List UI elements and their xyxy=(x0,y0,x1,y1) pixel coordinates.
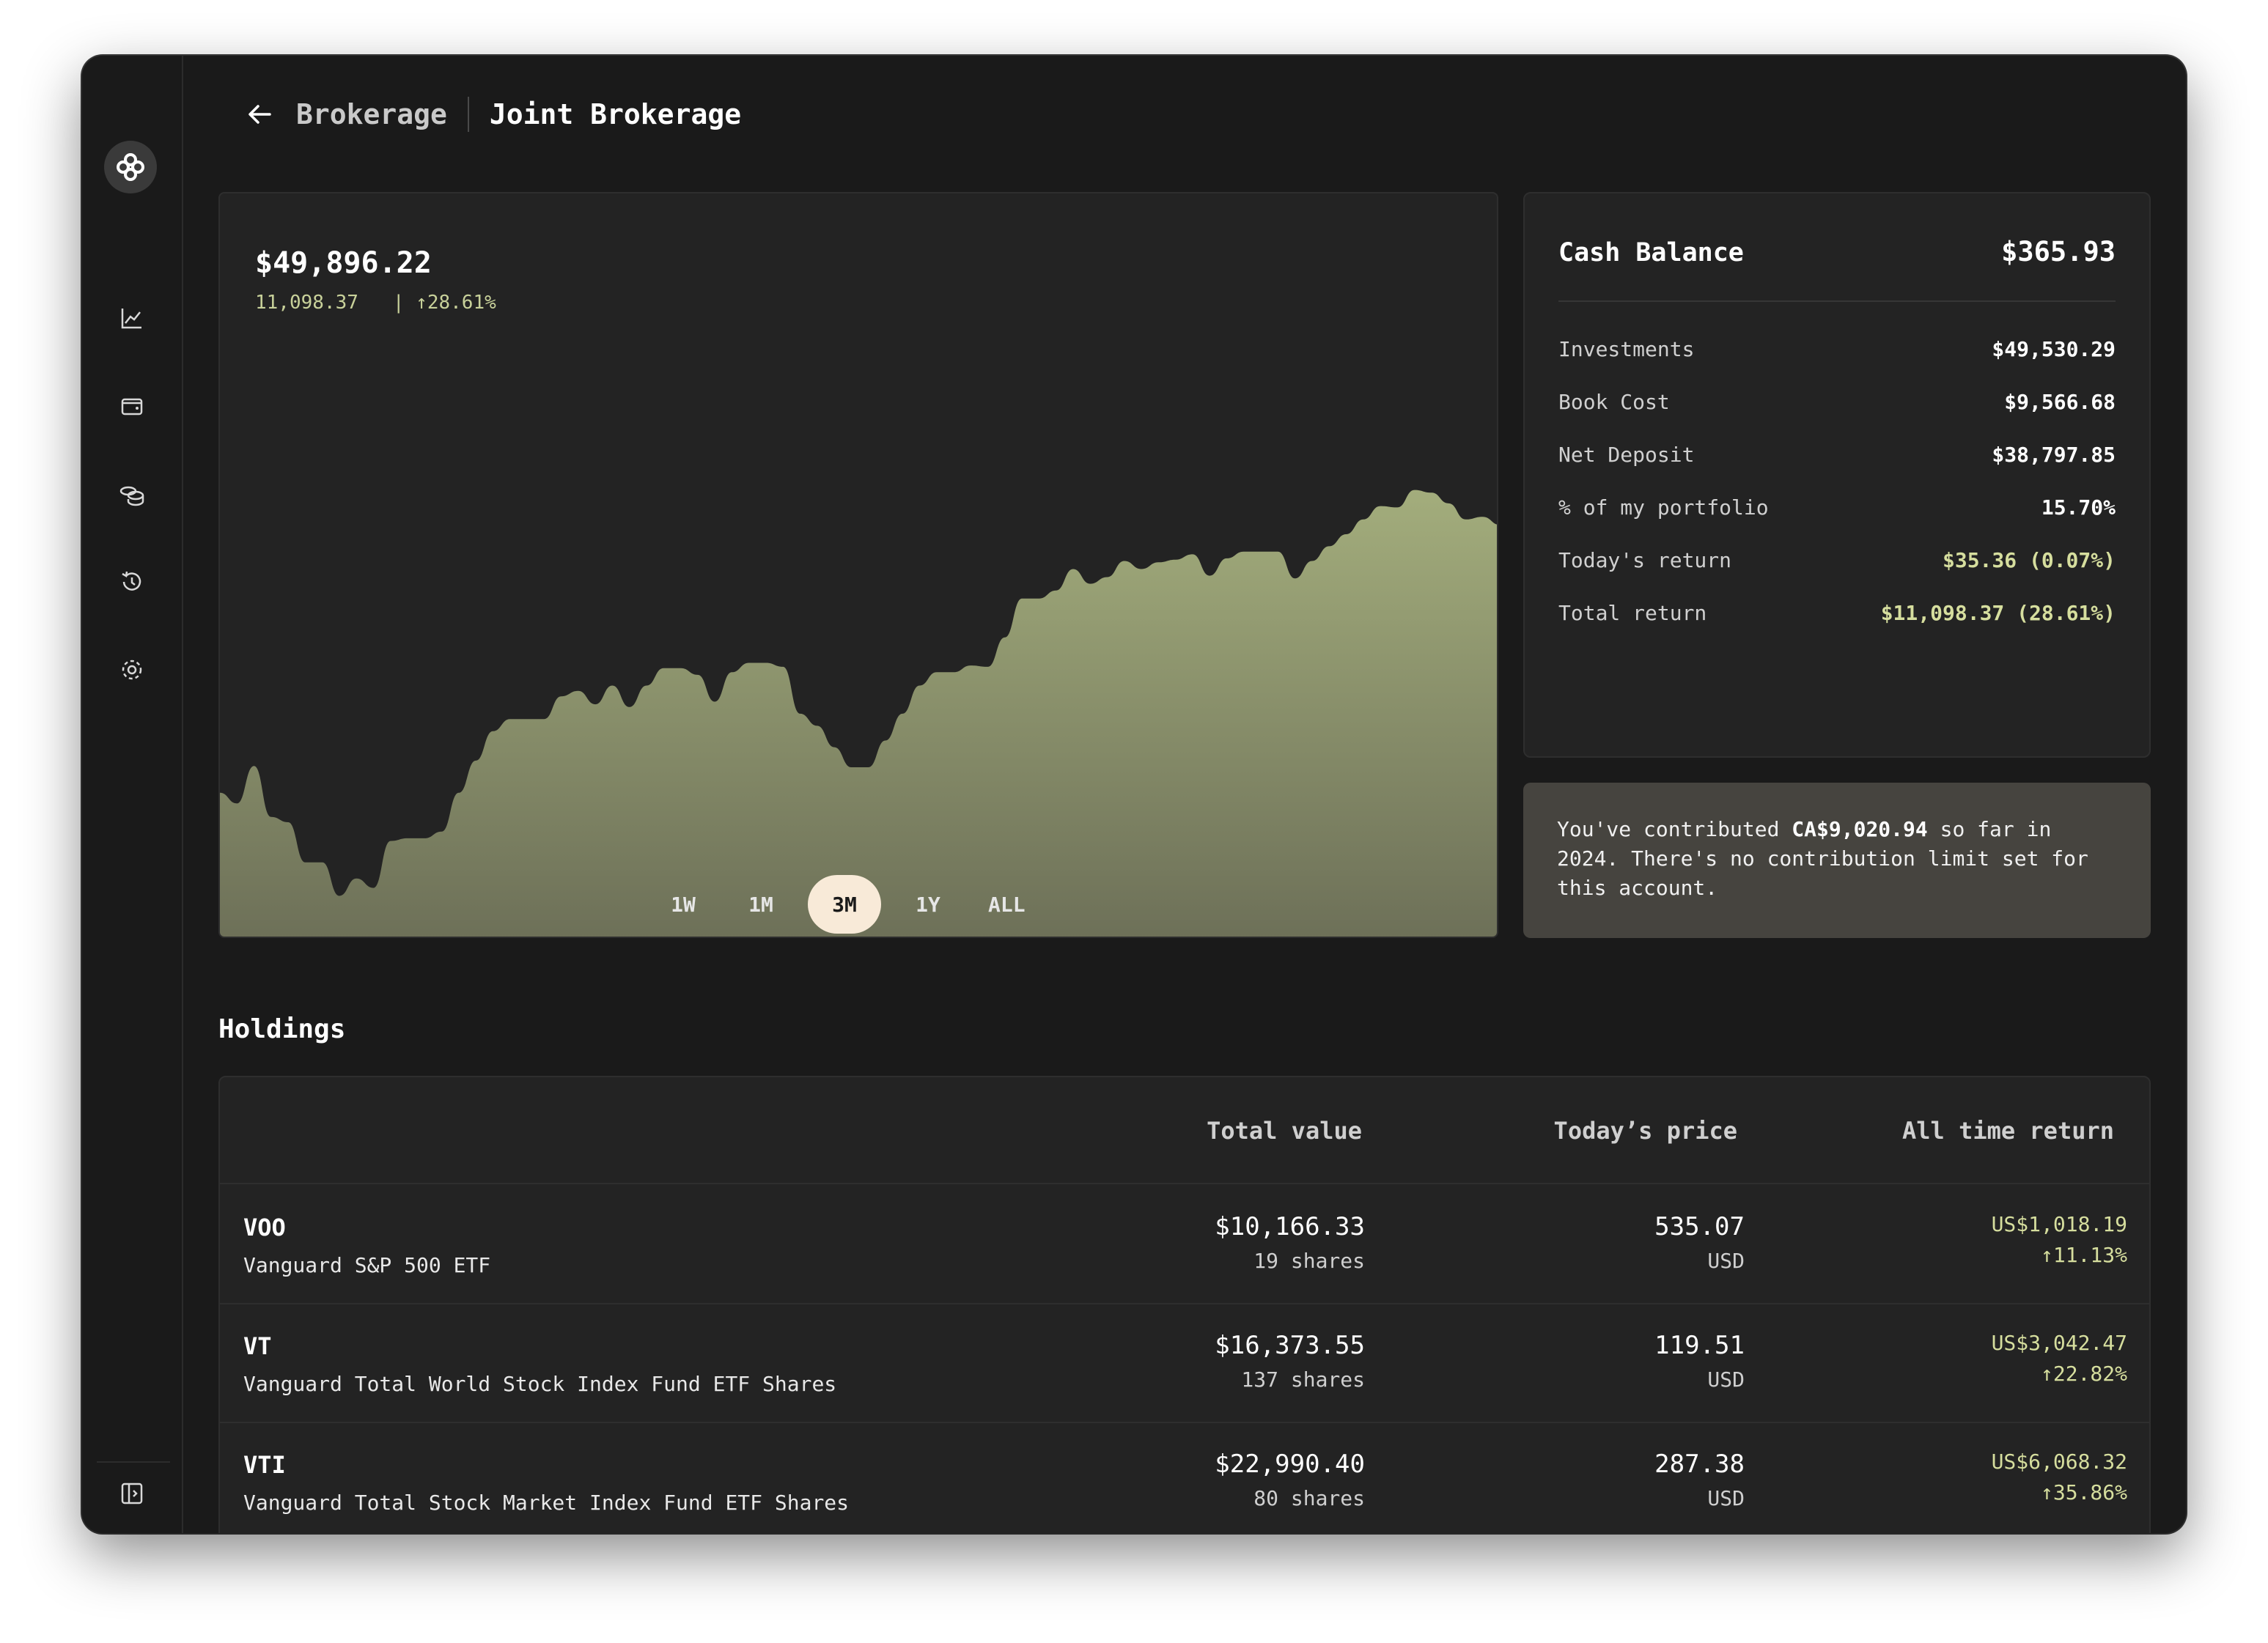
sidebar xyxy=(82,56,183,1533)
holding-return: US$6,068.32 xyxy=(1991,1450,2127,1474)
cash-divider xyxy=(1558,300,2116,302)
breadcrumb-separator xyxy=(467,97,469,132)
range-selector: 1W 1M 3M 1Y ALL xyxy=(652,875,1039,934)
stat-net-deposit: Net Deposit $38,797.85 xyxy=(1558,428,2116,481)
stat-portfolio-share: % of my portfolio 15.70% xyxy=(1558,481,2116,533)
stat-value: $11,098.37 (28.61%) xyxy=(1880,600,2116,625)
contribution-text-start: You've contributed xyxy=(1557,817,1792,841)
app-window: Brokerage Joint Brokerage $49,896.22 11,… xyxy=(82,56,2186,1533)
holding-currency: USD xyxy=(1707,1249,1745,1273)
breadcrumb-parent[interactable]: Brokerage xyxy=(296,98,447,130)
sidebar-toggle-icon[interactable] xyxy=(117,1479,147,1508)
performance-chart-card: $49,896.22 11,098.37 | ↑28.61% 1W 1M 3M … xyxy=(218,192,1498,938)
holding-price: 119.51 xyxy=(1654,1331,1745,1360)
stat-value: $9,566.68 xyxy=(2004,389,2116,414)
contribution-amount: CA$9,020.94 xyxy=(1792,817,1928,841)
holding-total-value: $22,990.40 xyxy=(1215,1450,1365,1479)
holding-shares: 19 shares xyxy=(1253,1249,1365,1273)
table-header: Total value Today’s price All time retur… xyxy=(220,1077,2149,1184)
range-1y-button[interactable]: 1Y xyxy=(897,875,959,934)
holding-return: US$1,018.19 xyxy=(1991,1212,2127,1236)
contribution-notice: You've contributed CA$9,020.94 so far in… xyxy=(1523,783,2151,938)
change-separator: | xyxy=(392,292,405,314)
holdings-table: Total value Today’s price All time retur… xyxy=(218,1076,2151,1533)
stat-todays-return: Today's return $35.36 (0.07%) xyxy=(1558,533,2116,586)
stat-value: $35.36 (0.07%) xyxy=(1942,547,2116,572)
range-all-button[interactable]: ALL xyxy=(975,875,1039,934)
holding-price: 287.38 xyxy=(1654,1450,1745,1479)
history-glyph xyxy=(122,571,141,591)
holding-price: 535.07 xyxy=(1654,1212,1745,1241)
stat-label: Total return xyxy=(1558,600,1707,625)
stat-value: 15.70% xyxy=(2041,495,2116,520)
sidebar-divider xyxy=(97,1461,170,1463)
holding-return-percent: ↑11.13% xyxy=(2040,1243,2127,1267)
table-row[interactable]: VOO Vanguard S&P 500 ETF $10,166.33 19 s… xyxy=(220,1186,2149,1304)
stat-label: % of my portfolio xyxy=(1558,495,1769,520)
stat-label: Book Cost xyxy=(1558,389,1670,414)
portfolio-value: $49,896.22 xyxy=(255,246,432,280)
cash-balance-title: Cash Balance xyxy=(1558,238,1744,267)
holding-shares: 80 shares xyxy=(1253,1486,1365,1510)
stat-label: Today's return xyxy=(1558,547,1732,572)
portfolio-change: 11,098.37 | ↑28.61% xyxy=(255,292,496,314)
holding-currency: USD xyxy=(1707,1367,1745,1392)
holding-symbol: VOO xyxy=(243,1214,286,1241)
sidebar-toggle-glyph xyxy=(121,1483,143,1504)
table-row[interactable]: VTI Vanguard Total Stock Market Index Fu… xyxy=(220,1423,2149,1533)
coins-glyph xyxy=(119,486,144,506)
change-amount: 11,098.37 xyxy=(255,292,358,314)
app-logo-glyph xyxy=(117,153,144,181)
cash-balance-amount: $365.93 xyxy=(2001,236,2116,267)
chart-area-series xyxy=(220,490,1497,937)
chart-glyph xyxy=(121,309,141,329)
breadcrumb: Brokerage Joint Brokerage xyxy=(243,94,741,135)
column-todays-price[interactable]: Today’s price xyxy=(1554,1117,1737,1145)
wallet-icon[interactable] xyxy=(117,391,147,421)
range-1w-button[interactable]: 1W xyxy=(652,875,714,934)
holding-total-value: $16,373.55 xyxy=(1215,1331,1365,1360)
cash-balance-header: Cash Balance $365.93 xyxy=(1558,236,2116,267)
cash-balance-card: Cash Balance $365.93 Investments $49,530… xyxy=(1523,192,2151,758)
stat-label: Net Deposit xyxy=(1558,442,1695,467)
app-logo-icon[interactable] xyxy=(104,141,157,193)
stat-value: $49,530.29 xyxy=(1992,336,2116,361)
history-icon[interactable] xyxy=(117,567,147,597)
holding-return-percent: ↑35.86% xyxy=(2040,1480,2127,1504)
chart-icon[interactable] xyxy=(117,303,147,333)
change-percent: ↑28.61% xyxy=(416,292,496,314)
stat-label: Investments xyxy=(1558,336,1695,361)
range-1m-button[interactable]: 1M xyxy=(730,875,792,934)
holdings-title: Holdings xyxy=(218,1014,346,1044)
wallet-glyph xyxy=(121,398,143,416)
stat-value: $38,797.85 xyxy=(1992,442,2116,467)
page-title: Joint Brokerage xyxy=(489,98,742,130)
column-total-value[interactable]: Total value xyxy=(1207,1117,1362,1145)
holding-currency: USD xyxy=(1707,1486,1745,1510)
stat-total-return: Total return $11,098.37 (28.61%) xyxy=(1558,586,2116,639)
stat-investments: Investments $49,530.29 xyxy=(1558,322,2116,375)
holding-shares: 137 shares xyxy=(1241,1367,1365,1392)
holding-return: US$3,042.47 xyxy=(1991,1331,2127,1355)
account-stats: Investments $49,530.29 Book Cost $9,566.… xyxy=(1558,322,2116,639)
holding-symbol: VTI xyxy=(243,1451,286,1479)
column-all-time-return[interactable]: All time return xyxy=(1902,1117,2114,1145)
gear-glyph xyxy=(122,660,142,680)
main-content: Brokerage Joint Brokerage $49,896.22 11,… xyxy=(183,56,2186,1533)
holding-return-percent: ↑22.82% xyxy=(2040,1362,2127,1386)
holding-name: Vanguard Total Stock Market Index Fund E… xyxy=(243,1491,850,1515)
holding-total-value: $10,166.33 xyxy=(1215,1212,1365,1241)
holding-name: Vanguard Total World Stock Index Fund ET… xyxy=(243,1372,837,1396)
holding-name: Vanguard S&P 500 ETF xyxy=(243,1253,491,1277)
back-arrow-icon[interactable] xyxy=(243,98,276,130)
holding-symbol: VT xyxy=(243,1332,272,1360)
table-row[interactable]: VT Vanguard Total World Stock Index Fund… xyxy=(220,1304,2149,1423)
gear-icon[interactable] xyxy=(117,655,147,684)
range-3m-button[interactable]: 3M xyxy=(808,875,881,934)
back-arrow-glyph xyxy=(248,105,271,124)
stat-book-cost: Book Cost $9,566.68 xyxy=(1558,375,2116,428)
coins-icon[interactable] xyxy=(117,479,147,509)
